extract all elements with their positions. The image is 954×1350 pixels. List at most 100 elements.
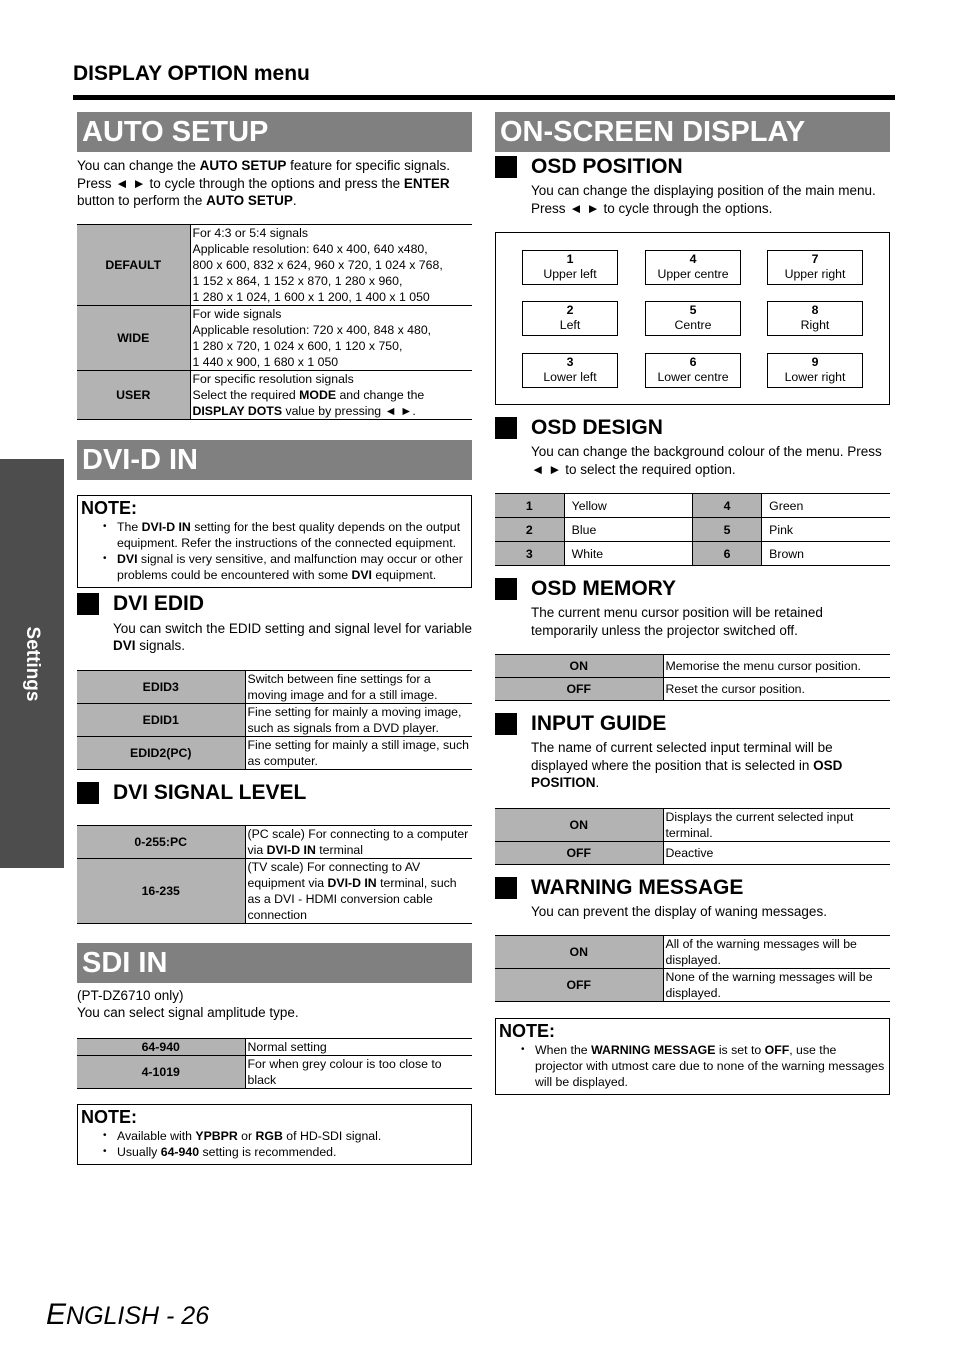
table-row: EDID2(PC) Fine setting for mainly a still… xyxy=(77,735,472,770)
text-run: You can change the xyxy=(77,158,200,173)
osd-design-rows: 1 Yellow 4 Green 2 Blue 5 Pink 3 White 6 Brown xyxy=(495,493,890,566)
table-row: EDID1 Fine setting for mainly a moving im… xyxy=(77,702,472,737)
section-title-on-screen-display: ON-SCREEN DISPLAY xyxy=(495,112,890,152)
position-number: 6 xyxy=(689,355,697,369)
option-description: For specific resolution signals Select th… xyxy=(190,369,472,420)
option-key: EDID2(PC) xyxy=(77,735,246,770)
text-run: When the xyxy=(535,1043,592,1057)
option-description: For 4:3 or 5:4 signals Applicable resolut… xyxy=(190,223,472,306)
table-row: EDID3 Switch between fine settings for a … xyxy=(77,669,472,704)
design-number: 3 xyxy=(495,541,565,566)
text-run: You can switch the EDID setting and sign… xyxy=(113,620,472,636)
position-label: Upper centre xyxy=(657,267,729,281)
option-key: 16-235 xyxy=(77,857,246,924)
table-row: WIDE For wide signals Applicable resolutio… xyxy=(77,304,472,371)
text-run: terminal xyxy=(315,842,363,857)
sdi-note-box: NOTE: Available with YPBPR or RGB of HD-… xyxy=(77,1103,472,1165)
option-description: (TV scale) For connecting to AV equipmen… xyxy=(245,857,472,924)
table-row: 3 White 6 Brown xyxy=(495,541,890,566)
position-label: Centre xyxy=(674,318,712,332)
text-run: . xyxy=(292,193,297,208)
design-colour: Green xyxy=(761,493,890,518)
text-run: or xyxy=(237,1128,256,1143)
warning-message-table: ON All of the warning messages will be di… xyxy=(495,935,890,1002)
option-key: 64-940 xyxy=(77,1037,246,1056)
option-description: Fine setting for mainly a moving image, … xyxy=(245,702,472,737)
text-run: Available with xyxy=(117,1128,196,1143)
dvi-edid-table: EDID3 Switch between fine settings for a … xyxy=(77,669,472,770)
subheading-osd-position: OSD POSITION xyxy=(495,153,890,181)
design-colour: Yellow xyxy=(564,493,693,518)
text-run: setting is recommended. xyxy=(199,1144,337,1159)
text-run: button to perform the xyxy=(77,193,207,208)
design-colour: Brown xyxy=(761,541,890,566)
warning-message-intro: You can prevent the display of waning me… xyxy=(531,903,827,919)
text-run: equipment. xyxy=(371,567,437,582)
bold-term: DISPLAY DOTS xyxy=(192,403,283,418)
table-row: DEFAULT For 4:3 or 5:4 signals Applicable … xyxy=(77,223,472,306)
option-key: 0-255:PC xyxy=(77,824,246,859)
osd-position-option: 9 Lower right xyxy=(767,353,863,388)
position-number: 3 xyxy=(566,355,574,369)
subheading-text: WARNING MESSAGE xyxy=(531,875,744,899)
subheading-text: OSD POSITION xyxy=(531,155,683,178)
subheading-osd-design: OSD DESIGN xyxy=(495,414,890,442)
option-description: (PC scale) For connecting to a computer … xyxy=(245,824,472,859)
note-item: DVI signal is very sensitive, and malfun… xyxy=(81,551,468,583)
auto-setup-table: DEFAULT For 4:3 or 5:4 signals Applicable … xyxy=(77,223,472,420)
option-description: None of the warning messages will be dis… xyxy=(663,968,890,1002)
osd-position-option: 7 Upper right xyxy=(767,250,863,285)
note-item: The DVI-D IN setting for the best qualit… xyxy=(81,519,468,551)
warning-message-rows: ON All of the warning messages will be di… xyxy=(495,935,890,1002)
position-label: Lower centre xyxy=(657,370,729,384)
table-row: 2 Blue 5 Pink xyxy=(495,517,890,542)
footer-page-label: NGLISH - 26 xyxy=(66,1302,210,1330)
bold-term: DVI-D IN xyxy=(141,519,191,534)
bold-term: DVI xyxy=(351,567,372,582)
design-number: 5 xyxy=(692,517,763,542)
option-description: Fine setting for mainly a still image, s… xyxy=(245,735,472,770)
design-colour: Blue xyxy=(564,517,693,542)
note-item: When the WARNING MESSAGE is set to OFF, … xyxy=(499,1042,886,1090)
option-key: EDID3 xyxy=(77,669,246,704)
sdi-table: 64-940 Normal setting 4-1019 For when grey … xyxy=(77,1037,472,1089)
position-number: 9 xyxy=(811,355,819,369)
note-item: Usually 64-940 setting is recommended. xyxy=(81,1144,468,1160)
footer-initial: E xyxy=(46,1298,67,1331)
section-title-auto-setup: AUTO SETUP xyxy=(77,112,472,152)
subheading-dvi-edid: DVI EDID xyxy=(77,590,472,618)
osd-position-intro: You can change the displaying position o… xyxy=(531,183,876,216)
table-row: ON All of the warning messages will be di… xyxy=(495,935,890,969)
table-row: 64-940 Normal setting xyxy=(77,1037,472,1056)
right-column: ON-SCREEN DISPLAY OSD POSITION You can c… xyxy=(495,112,890,1095)
note-title: NOTE: xyxy=(81,497,137,518)
square-bullet-icon xyxy=(495,156,517,178)
subheading-input-guide: INPUT GUIDE xyxy=(495,710,890,738)
side-tab-label: Settings xyxy=(22,626,43,701)
position-label: Upper right xyxy=(784,267,846,281)
option-key: OFF xyxy=(495,840,664,865)
text-run: value by pressing ◄ ►. xyxy=(282,403,416,418)
option-description: Displays the current selected input term… xyxy=(663,807,890,842)
osd-position-diagram: 1 Upper left 4 Upper centre 7 Upper right 2 Lef… xyxy=(495,232,890,405)
dvi-signal-level-table: 0-255:PC (PC scale) For connecting to a c… xyxy=(77,824,472,924)
osd-position-option: 2 Left xyxy=(522,301,618,336)
option-key: DEFAULT xyxy=(77,223,191,306)
square-bullet-icon xyxy=(495,578,517,600)
bold-term: 64-940 xyxy=(160,1144,200,1159)
osd-memory-rows: ON Memorise the menu cursor position. OFF R… xyxy=(495,654,890,701)
text-run: and change the xyxy=(336,387,425,402)
osd-design-table: 1 Yellow 4 Green 2 Blue 5 Pink 3 White 6 Brown xyxy=(495,493,890,566)
position-label: Upper left xyxy=(543,267,597,281)
design-colour: White xyxy=(564,541,693,566)
input-guide-rows: ON Displays the current selected input te… xyxy=(495,807,890,865)
osd-position-option: 4 Upper centre xyxy=(645,250,741,285)
position-number: 8 xyxy=(811,303,819,317)
input-guide-intro: The name of current selected input termi… xyxy=(495,739,890,792)
design-colour: Pink xyxy=(761,517,890,542)
note-title: NOTE: xyxy=(499,1021,555,1041)
osd-position-option: 1 Upper left xyxy=(522,250,618,285)
section-title-sdi-in: SDI IN xyxy=(77,942,472,983)
page-footer: ENGLISH - 26 xyxy=(46,1298,209,1332)
option-description: All of the warning messages will be disp… xyxy=(663,935,890,969)
